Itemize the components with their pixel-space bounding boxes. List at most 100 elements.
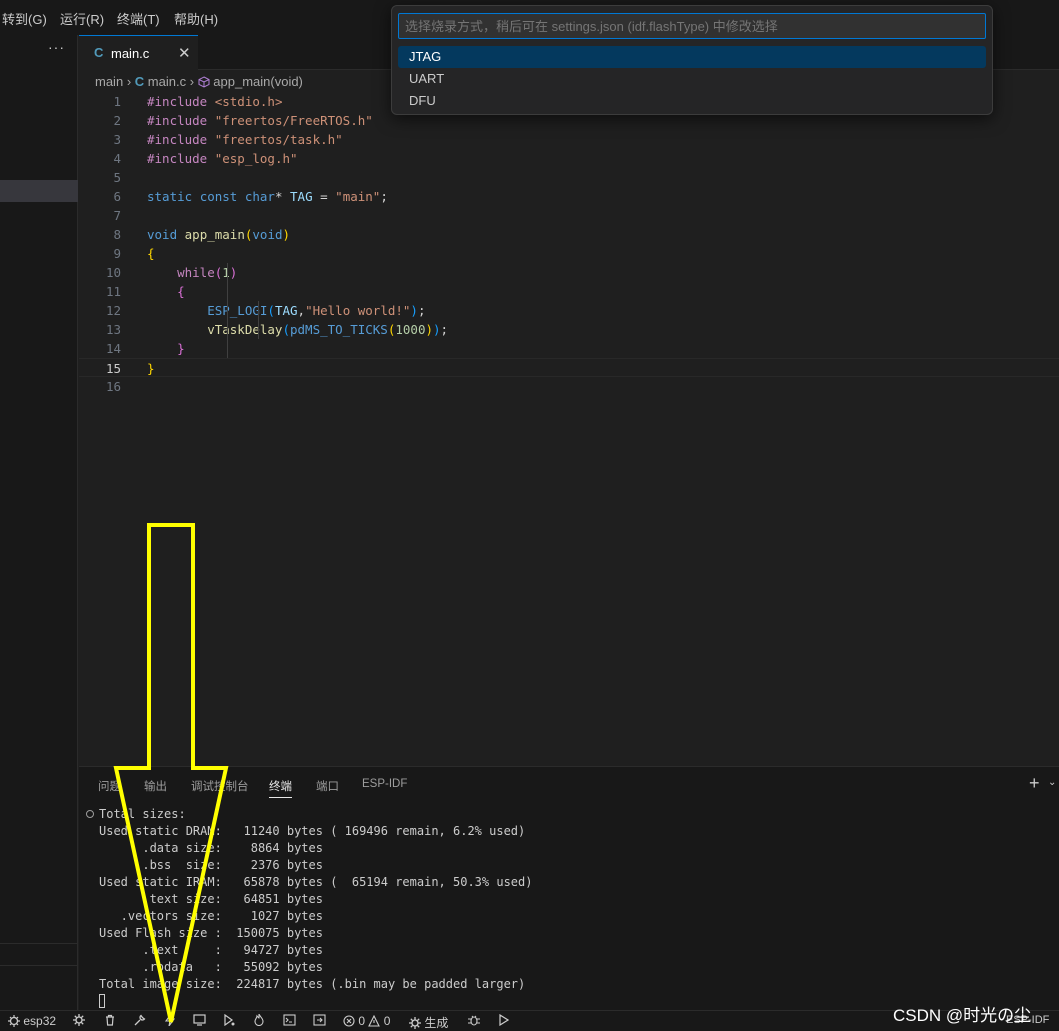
- code-token: vTaskDelay: [147, 322, 283, 337]
- code-token: "esp_log.h": [214, 151, 298, 166]
- code-token: ,: [297, 303, 306, 318]
- quick-pick-item-dfu[interactable]: DFU: [398, 90, 986, 112]
- code-token: (: [282, 322, 290, 337]
- tab-output[interactable]: 输出: [144, 778, 167, 794]
- wrench-icon[interactable]: [134, 1014, 146, 1029]
- code-line[interactable]: 15}: [79, 358, 1059, 377]
- flame-icon[interactable]: [253, 1013, 265, 1029]
- code-token: 1000: [395, 322, 426, 337]
- code-line[interactable]: 14 }: [79, 339, 1059, 358]
- code-editor[interactable]: 1 #include <stdio.h> 2 #include "freertos/F…: [79, 92, 1059, 402]
- line-number: 9: [113, 246, 121, 261]
- warning-count: 0: [383, 1014, 391, 1028]
- menu-help[interactable]: 帮助(H): [174, 9, 218, 28]
- line-number: 11: [105, 284, 121, 299]
- code-text: void app_main(void): [147, 225, 290, 244]
- code-line[interactable]: 8 void app_main(void): [79, 225, 1059, 244]
- code-text: #include "freertos/FreeRTOS.h": [147, 111, 373, 130]
- code-text: #include "freertos/task.h": [147, 130, 343, 149]
- flash-icon[interactable]: [164, 1013, 176, 1029]
- code-line[interactable]: 6 static const char* TAG = "main";: [79, 187, 1059, 206]
- tab-esp-idf[interactable]: ESP-IDF: [362, 778, 407, 790]
- code-token: TAG: [290, 189, 313, 204]
- play-icon[interactable]: [498, 1013, 510, 1029]
- tab-terminal[interactable]: 终端: [269, 778, 292, 798]
- code-text: static const char* TAG = "main";: [147, 187, 388, 206]
- code-token: ): [282, 227, 291, 242]
- code-token: static: [147, 189, 200, 204]
- line-number: 8: [113, 227, 121, 242]
- sidebar-selected-item[interactable]: [0, 180, 78, 202]
- code-line[interactable]: 7: [79, 206, 1059, 225]
- problems-item[interactable]: 0 0: [343, 1014, 390, 1028]
- code-line[interactable]: 4 #include "esp_log.h": [79, 149, 1059, 168]
- code-token: ;: [417, 303, 426, 318]
- tab-label: main.c: [111, 46, 150, 61]
- code-text: {: [147, 282, 185, 301]
- code-token: (: [267, 303, 275, 318]
- breadcrumb-folder[interactable]: main: [95, 74, 123, 89]
- terminal-line: .text : 94727 bytes: [99, 943, 323, 957]
- error-count: 0: [358, 1014, 366, 1028]
- chevron-down-icon[interactable]: ⌄: [1048, 777, 1056, 788]
- code-token: {: [147, 246, 155, 261]
- breadcrumb-symbol[interactable]: app_main(void): [213, 74, 303, 89]
- quick-pick-input[interactable]: [398, 13, 986, 39]
- code-line[interactable]: 3 #include "freertos/task.h": [79, 130, 1059, 149]
- code-line[interactable]: 13 vTaskDelay(pdMS_TO_TICKS(1000));: [79, 320, 1059, 339]
- target-label: esp32: [23, 1014, 57, 1028]
- terminal-line: Used static IRAM: 65878 bytes ( 65194 re…: [99, 875, 533, 889]
- add-terminal-icon[interactable]: +: [1029, 773, 1040, 794]
- sidebar: ···: [0, 35, 78, 1010]
- monitor-icon[interactable]: [193, 1014, 206, 1029]
- code-text: {: [147, 244, 155, 263]
- code-line[interactable]: 9{: [79, 244, 1059, 263]
- code-token: #include: [147, 94, 215, 109]
- menu-terminal[interactable]: 终端(T): [117, 9, 160, 28]
- line-number: 1: [113, 94, 121, 109]
- quick-pick-item-uart[interactable]: UART: [398, 68, 986, 90]
- tab-problems[interactable]: 问题: [98, 778, 121, 794]
- line-number: 2: [113, 113, 121, 128]
- bug-icon[interactable]: [468, 1014, 480, 1029]
- code-line[interactable]: 11 {: [79, 282, 1059, 301]
- trash-icon[interactable]: [104, 1014, 116, 1029]
- code-token: <stdio.h>: [214, 94, 283, 109]
- code-line[interactable]: 16: [79, 377, 1059, 396]
- tab-debug-console[interactable]: 调试控制台: [191, 778, 249, 794]
- tab-main-c[interactable]: C main.c ✕: [79, 35, 198, 70]
- code-token: void: [252, 227, 283, 242]
- code-token: ;: [380, 189, 388, 204]
- debug-icon[interactable]: [223, 1013, 235, 1029]
- code-line[interactable]: 5: [79, 168, 1059, 187]
- terminal-line: .vectors size: 1027 bytes: [99, 909, 323, 923]
- more-actions-icon[interactable]: ···: [48, 39, 65, 55]
- code-token: "Hello world!": [305, 303, 411, 318]
- menu-run[interactable]: 运行(R): [60, 9, 104, 28]
- indent-guide: [258, 301, 259, 339]
- tab-ports[interactable]: 端口: [316, 778, 339, 794]
- code-line[interactable]: 12 ESP_LOGI(TAG,"Hello world!");: [79, 301, 1059, 320]
- close-icon[interactable]: ✕: [178, 44, 191, 62]
- breadcrumb-file[interactable]: main.c: [148, 74, 186, 89]
- target-chip-item[interactable]: esp32: [8, 1014, 56, 1028]
- code-token: "freertos/task.h": [214, 132, 343, 147]
- extensions-icon[interactable]: [313, 1014, 326, 1029]
- line-number: 13: [105, 322, 121, 337]
- c-file-icon: C: [94, 45, 104, 60]
- code-token: char: [244, 189, 275, 204]
- build-item[interactable]: 生成: [409, 1014, 448, 1031]
- sidebar-divider: [0, 965, 78, 966]
- chevron-right-icon: ›: [189, 74, 198, 90]
- line-number: 15: [105, 361, 121, 376]
- gear-icon[interactable]: [73, 1014, 85, 1029]
- code-token: #include: [147, 151, 215, 166]
- code-line[interactable]: 10 while(1): [79, 263, 1059, 282]
- code-token: #include: [147, 132, 215, 147]
- watermark: CSDN @时光の尘: [893, 1006, 1032, 1025]
- menu-goto[interactable]: 转到(G): [2, 9, 47, 28]
- code-token: void: [147, 227, 185, 242]
- quick-pick-item-jtag[interactable]: JTAG: [398, 46, 986, 68]
- terminal-icon[interactable]: [283, 1014, 296, 1029]
- code-text: }: [147, 339, 185, 358]
